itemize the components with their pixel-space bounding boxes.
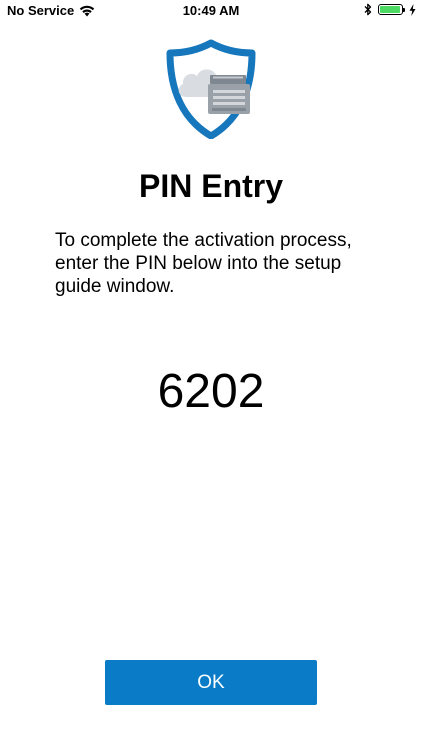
ok-button[interactable]: OK <box>105 660 317 705</box>
bluetooth-icon <box>364 3 372 16</box>
page-title: PIN Entry <box>138 168 284 204</box>
instructions-text: To complete the activation process, ente… <box>55 230 352 297</box>
shield-cloud-printer-icon <box>166 39 256 140</box>
charging-icon <box>409 3 416 16</box>
status-bar: No Service 10:49 AM <box>0 0 422 22</box>
status-right <box>364 3 416 16</box>
status-time: 10:49 AM <box>182 3 240 18</box>
battery-icon <box>378 4 405 15</box>
app-logo <box>164 39 258 140</box>
pin-value: 6202 <box>157 365 265 418</box>
battery-level <box>380 6 400 13</box>
